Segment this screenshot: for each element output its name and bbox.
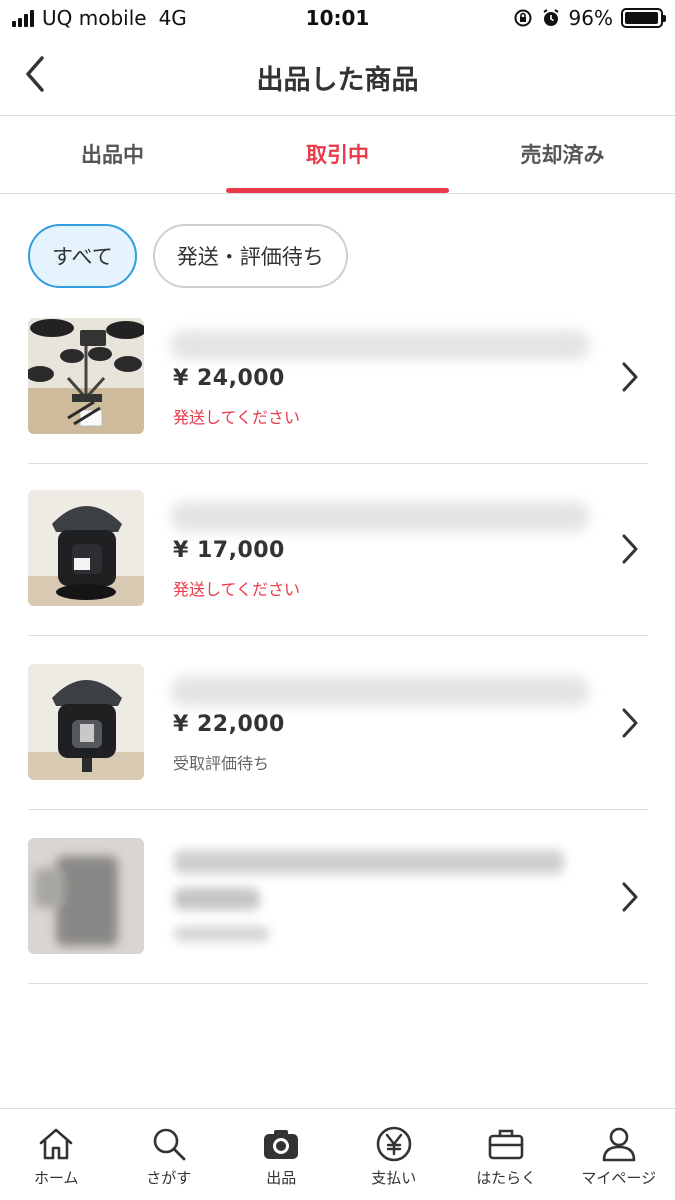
nav-payment-label: 支払い [371,1169,417,1187]
yen-icon [376,1126,412,1162]
filter-awaiting-chip[interactable]: 発送・評価待ち [152,224,348,288]
nav-work[interactable]: はたらく [450,1109,563,1200]
blurred-thumbnail [28,838,144,954]
item-name-redacted [174,850,564,874]
tab-bar: 出品中 取引中 売却済み [0,116,675,194]
chevron-right-icon [622,708,638,738]
item-name-redacted [170,676,590,706]
tab-sold[interactable]: 売却済み [450,116,675,193]
list-item[interactable]: ¥ 17,000 発送してください [28,490,648,636]
item-name-redacted [170,502,590,532]
nav-search[interactable]: さがす [113,1109,226,1200]
chevron-right-icon [622,534,638,564]
user-icon [602,1127,636,1162]
orientation-lock-icon [514,9,532,27]
battery-icon [621,8,666,28]
status-bar: UQ mobile 4G 10:01 96% [0,0,675,38]
status-right: 96% [513,6,666,30]
filter-all-chip[interactable]: すべて [28,224,137,288]
home-icon [39,1128,73,1160]
item-price: ¥ 22,000 [173,712,285,737]
nav-home-label: ホーム [33,1169,79,1187]
nav-home[interactable]: ホーム [0,1109,113,1200]
alarm-icon [542,9,559,26]
chevron-right-icon [622,882,638,912]
drum-kit-thumbnail [28,318,144,434]
camera-icon [264,1130,299,1159]
item-status-redacted [174,926,270,942]
battery-percent: 96% [568,6,613,30]
car-seat-thumbnail [28,490,144,606]
chevron-right-icon [622,362,638,392]
nav-mypage[interactable]: マイページ [563,1109,675,1200]
bottom-nav: ホーム さがす 出品 支払い はたらく マイページ [0,1108,675,1200]
nav-sell-label: 出品 [266,1169,297,1187]
tab-listing[interactable]: 出品中 [0,116,225,193]
nav-payment[interactable]: 支払い [338,1109,451,1200]
nav-work-label: はたらく [476,1169,537,1187]
item-price: ¥ 17,000 [173,538,285,563]
item-status: 発送してください [173,408,301,427]
nav-sell[interactable]: 出品 [225,1109,338,1200]
item-status: 発送してください [173,580,301,599]
item-price: ¥ 24,000 [173,366,285,391]
nav-search-label: さがす [146,1169,192,1187]
item-name-redacted [170,330,590,360]
filter-chips: すべて 発送・評価待ち [28,224,348,288]
item-price-redacted [174,888,260,910]
search-icon [153,1128,186,1161]
app-header: 出品した商品 [0,38,675,116]
page-title: 出品した商品 [256,65,419,96]
list-item[interactable]: ¥ 24,000 発送してください [28,318,648,464]
battery-fill [625,12,658,24]
item-status: 受取評価待ち [173,754,270,773]
tab-in-transaction[interactable]: 取引中 [225,116,450,193]
list-item[interactable] [28,838,648,984]
car-seat-thumbnail [28,664,144,780]
list-item[interactable]: ¥ 22,000 受取評価待ち [28,664,648,810]
nav-mypage-label: マイページ [581,1169,657,1187]
briefcase-icon [488,1129,524,1160]
